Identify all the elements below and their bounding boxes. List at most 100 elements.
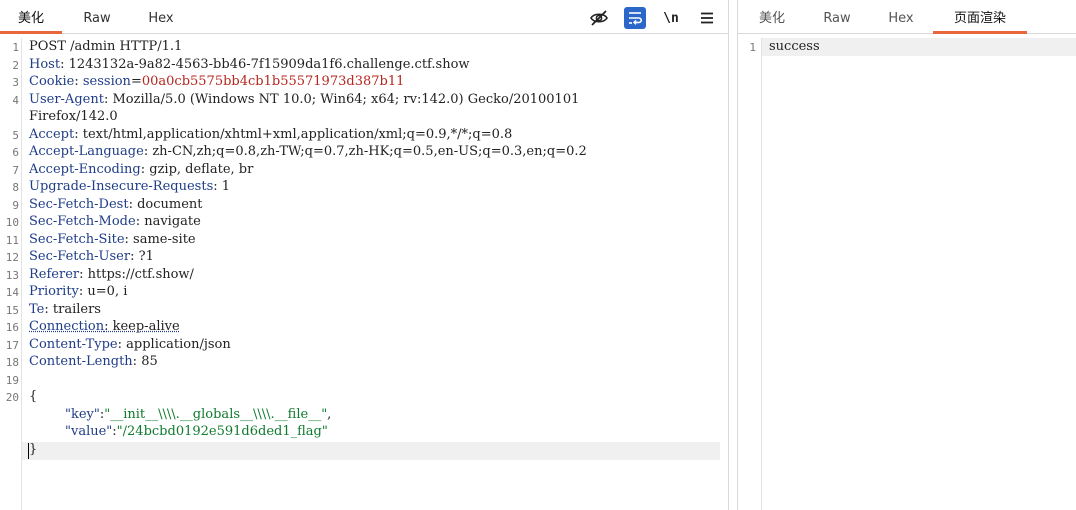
header-name: Accept-Encoding (29, 161, 141, 177)
cookie-value: 00a0cb5575bb4cb1b55571973d387b11 (141, 74, 405, 89)
tab-response-pretty[interactable]: 美化 (742, 0, 802, 34)
header-name: Content-Length (29, 354, 133, 369)
header-name: Content-Type (29, 336, 118, 352)
line-number-gutter: 1 (738, 38, 762, 510)
json-close-brace: } (29, 441, 38, 457)
header-value: Mozilla/5.0 (Windows NT 10.0; Win64; x64… (112, 91, 580, 107)
line-number: 8 (12, 181, 19, 194)
line-number: 14 (5, 286, 19, 299)
header-name: User-Agent (29, 91, 104, 107)
header-name: Sec-Fetch-User (29, 249, 131, 264)
response-body: success (769, 39, 820, 54)
line-number: 12 (5, 251, 19, 264)
header-line: Priority: u=0, i (29, 284, 128, 299)
request-tabbar: 美化 Raw Hex \n (0, 0, 728, 34)
header-name: Priority (29, 284, 79, 299)
line-number: 7 (12, 163, 19, 177)
response-pane: 美化 Raw Hex 页面渲染 1 success (738, 0, 1076, 510)
tab-hex[interactable]: Hex (130, 0, 192, 34)
header-line-cookie: Cookie: session=00a0cb5575bb4cb1b5557197… (29, 74, 405, 89)
response-tabbar: 美化 Raw Hex 页面渲染 (738, 0, 1076, 34)
header-value: zh-CN,zh;q=0.8,zh-TW;q=0.7,zh-HK;q=0.5,e… (152, 144, 587, 159)
request-line: POST /admin HTTP/1.1 (29, 39, 183, 54)
line-number: 15 (5, 303, 19, 317)
line-number-gutter: 1 2 3 4 5 6 7 8 9 10 11 12 13 14 15 16 1… (0, 38, 22, 510)
newline-toggle-icon[interactable]: \n (660, 7, 682, 29)
header-name: Sec-Fetch-Dest (29, 196, 129, 212)
line-number: 18 (5, 356, 19, 369)
header-name: Accept-Language (29, 144, 144, 159)
json-key: "key" (65, 406, 100, 422)
newline-toggle-label: \n (663, 10, 679, 26)
line-number: 13 (5, 268, 19, 282)
header-name: Connection (29, 319, 105, 334)
tab-response-hex[interactable]: Hex (872, 0, 930, 34)
header-line: User-Agent: Mozilla/5.0 (Windows NT 10.0… (29, 91, 580, 107)
line-number: 5 (12, 128, 19, 142)
header-value: same-site (133, 231, 196, 247)
header-line: Content-Length: 85 (29, 354, 158, 369)
line-number: 1 (749, 41, 756, 54)
header-line: Te: trailers (29, 301, 101, 317)
pane-splitter[interactable] (728, 0, 738, 510)
header-value: document (137, 196, 203, 212)
header-line: Host: 1243132a-9a82-4563-bb46-7f15909da1… (29, 56, 470, 72)
header-line: Accept-Encoding: gzip, deflate, br (29, 161, 254, 177)
line-number: 3 (12, 76, 19, 89)
line-number: 17 (5, 338, 19, 352)
header-line: Sec-Fetch-Dest: document (29, 196, 203, 212)
header-line: Accept: text/html,application/xhtml+xml,… (29, 126, 513, 142)
cookie-name: session (82, 74, 131, 89)
header-value: trailers (52, 301, 101, 317)
header-name: Referer (29, 266, 80, 282)
line-number: 9 (12, 198, 19, 212)
header-line: Accept-Language: zh-CN,zh;q=0.8,zh-TW;q=… (29, 144, 587, 159)
request-editor[interactable]: 1 2 3 4 5 6 7 8 9 10 11 12 13 14 15 16 1… (0, 38, 728, 510)
line-number: 11 (5, 233, 19, 247)
header-line-continuation: Firefox/142.0 (29, 109, 118, 124)
header-value: ?1 (138, 249, 154, 264)
json-string: "/24bcbd0192e591d6ded1_flag" (116, 424, 328, 439)
header-value: navigate (144, 214, 201, 229)
line-number: 6 (12, 146, 19, 159)
header-line: Sec-Fetch-User: ?1 (29, 249, 154, 264)
header-name: Sec-Fetch-Site (29, 231, 125, 247)
header-value: u=0, i (87, 284, 128, 299)
eye-slash-icon[interactable] (588, 7, 610, 29)
line-number: 1 (12, 41, 19, 54)
header-value: 85 (141, 354, 158, 369)
line-number: 20 (5, 391, 19, 404)
tab-raw[interactable]: Raw (66, 0, 128, 34)
menu-icon[interactable] (696, 7, 718, 29)
line-number: 19 (5, 373, 19, 387)
json-string: "__init__\\\\.__globals__\\\\.__file__" (104, 406, 328, 422)
header-value: keep-alive (112, 319, 180, 334)
response-editor[interactable]: 1 success (738, 38, 1076, 510)
line-number: 10 (5, 216, 19, 229)
header-line: Content-Type: application/json (29, 336, 231, 352)
tab-response-render[interactable]: 页面渲染 (933, 0, 1027, 34)
json-line-value: "value":"/24bcbd0192e591d6ded1_flag" (65, 424, 328, 439)
header-value: 1 (221, 179, 231, 194)
header-name: Sec-Fetch-Mode (29, 214, 136, 229)
header-value: application/json (126, 336, 231, 352)
json-open-brace: { (29, 389, 38, 404)
tab-response-raw[interactable]: Raw (808, 0, 866, 34)
line-number: 2 (12, 58, 19, 72)
header-value: text/html,application/xhtml+xml,applicat… (82, 126, 513, 142)
editor-toolbar: \n (588, 7, 718, 29)
header-line: Sec-Fetch-Mode: navigate (29, 214, 201, 229)
wrap-lines-icon[interactable] (624, 7, 646, 29)
line-number: 4 (12, 93, 19, 107)
header-value: gzip, deflate, br (149, 161, 254, 177)
header-line-connection: Connection: keep-alive (29, 319, 180, 334)
header-name: Te (29, 301, 45, 317)
header-name: Upgrade-Insecure-Requests (29, 179, 214, 194)
header-value: 1243132a-9a82-4563-bb46-7f15909da1f6.cha… (68, 56, 470, 72)
header-name: Cookie (29, 74, 75, 89)
json-key: "value" (65, 424, 113, 439)
tab-pretty[interactable]: 美化 (0, 0, 62, 34)
line-number: 16 (5, 321, 19, 334)
header-line: Referer: https://ctf.show/ (29, 266, 194, 282)
header-name: Host (29, 56, 61, 72)
